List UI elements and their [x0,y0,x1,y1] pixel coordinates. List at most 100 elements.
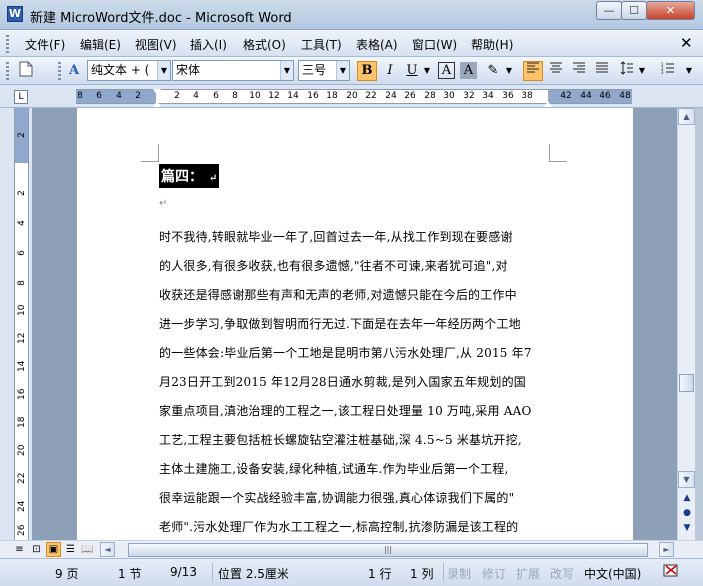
align-left-icon[interactable] [523,61,543,81]
maximize-button[interactable]: ☐ [621,1,647,20]
ruler-number: 12 [268,91,280,101]
toolbar-grip-2[interactable] [58,62,61,80]
horizontal-scrollbar[interactable]: ◄ ||| ► [100,542,676,557]
align-center-icon[interactable] [546,61,566,81]
status-column: 1 列 [410,567,434,581]
chevron-down-icon[interactable]: ▼ [336,61,349,80]
highlight-icon[interactable]: ✎ [483,61,503,81]
previous-page-icon[interactable]: ▲ [680,492,694,504]
justify-icon[interactable] [592,61,612,81]
chevron-down-icon[interactable]: ▼ [157,61,170,80]
line-spacing-chevron-icon[interactable]: ▼ [636,61,648,81]
menu-file[interactable]: 文件(F) [25,36,65,53]
chevron-down-icon[interactable]: ▼ [280,61,293,80]
character-shading-button[interactable]: A [460,62,477,79]
vertical-ruler-bar[interactable]: 2 2 4 6 8 10 12 14 16 18 20 22 24 26 [14,108,29,540]
font-combo[interactable]: 宋体 ▼ [172,60,294,81]
formatting-toolbar: A 纯文本 + ( ▼ 宋体 ▼ 三号 ▼ B I U ▼ A A ✎ ▼ ▼ … [0,57,703,85]
status-section: 1 节 [118,567,142,581]
web-layout-view-icon[interactable]: ⊡ [29,542,44,557]
ruler-number: 26 [404,91,416,101]
menu-grip[interactable] [6,35,9,53]
new-document-icon[interactable] [16,61,36,81]
right-indent-marker[interactable] [544,101,552,107]
ruler-number: 4 [116,91,122,101]
scroll-right-icon[interactable]: ► [659,542,674,557]
menu-help[interactable]: 帮助(H) [471,36,513,53]
print-layout-view-icon[interactable]: ▣ [46,542,61,557]
font-value: 宋体 [176,63,201,77]
vruler-number: 18 [17,416,27,428]
font-size-combo[interactable]: 三号 ▼ [298,60,350,81]
text-line[interactable]: 主体土建施工,设备安装,绿化种植,试通车.作为毕业后第一个工程, [159,460,508,477]
spelling-status-icon[interactable] [662,562,680,580]
ruler-number: 46 [599,91,611,101]
underline-chevron-icon[interactable]: ▼ [421,61,433,81]
ruler-number: 20 [346,91,358,101]
vertical-scroll-thumb[interactable] [679,374,694,392]
status-overtype[interactable]: 改写 [550,565,574,582]
status-divider [212,563,213,581]
ruler-number: 30 [443,91,455,101]
status-track-changes[interactable]: 修订 [482,565,506,582]
text-line[interactable]: 月23日开工到2015 年12月28日通水剪裁,是列入国家五年规划的国 [159,373,526,390]
text-line[interactable]: 收获还是得感谢那些有声和无声的老师,对遗憾只能在今后的工作中 [159,286,517,303]
ruler-number: 2 [174,91,180,101]
crop-mark [549,144,567,162]
status-extend[interactable]: 扩展 [516,565,540,582]
next-page-icon[interactable]: ▼ [680,522,694,534]
vruler-number: 16 [17,388,27,400]
vertical-scrollbar[interactable]: ▲ ▼ ▲ ● ▼ [677,108,695,540]
menu-tools[interactable]: 工具(T) [301,36,342,53]
horizontal-scroll-thumb[interactable]: ||| [128,543,648,557]
select-browse-object-icon[interactable]: ● [680,507,694,519]
text-line[interactable]: 老师".污水处理厂作为水工工程之一,标高控制,抗渗防漏是该工程的 [159,518,518,535]
ruler-bar[interactable]: 8 6 4 2 2 4 6 8 10 12 14 16 18 20 22 24 … [76,89,632,107]
line-spacing-icon[interactable] [617,61,637,81]
outline-view-icon[interactable]: ☰ [63,542,78,557]
underline-button[interactable]: U [402,61,422,81]
first-line-indent-marker[interactable] [153,89,161,95]
menu-edit[interactable]: 编辑(E) [80,36,121,53]
text-line[interactable]: 很幸运能跟一个实战经验丰富,协调能力很强,真心体谅我们下属的" [159,489,514,506]
document-page[interactable]: 篇四： ↵ ↵ 时不我待,转眼就毕业一年了,回首过去一年,从找工作到现在要感谢 的… [77,108,633,540]
character-border-button[interactable]: A [438,62,455,79]
document-heading[interactable]: 篇四： ↵ [159,164,220,188]
tab-selector[interactable]: L [14,90,28,104]
text-line[interactable]: 时不我待,转眼就毕业一年了,回首过去一年,从找工作到现在要感谢 [159,228,513,245]
menu-format[interactable]: 格式(O) [243,36,286,53]
normal-view-icon[interactable]: ≡ [12,542,27,557]
status-language[interactable]: 中文(中国) [584,565,641,582]
text-line[interactable]: 家重点项目,滇池治理的工程之一,该工程日处理量 10 万吨,采用 AAO [159,402,532,419]
word-app-icon[interactable]: W [7,6,23,22]
close-button[interactable]: ✕ [646,1,695,20]
style-combo[interactable]: 纯文本 + ( ▼ [87,60,171,81]
text-line[interactable]: 进一步学习,争取做到智明而行无过.下面是在去年一年经历两个工地 [159,315,521,332]
menu-view[interactable]: 视图(V) [135,36,177,53]
reading-layout-view-icon[interactable]: 📖 [80,542,95,557]
styles-and-formatting-icon[interactable]: A [64,61,84,81]
scroll-left-icon[interactable]: ◄ [100,542,115,557]
document-close-icon[interactable]: ✕ [680,34,693,52]
scroll-up-icon[interactable]: ▲ [678,108,695,125]
toolbar-grip[interactable] [6,62,9,80]
text-line[interactable]: 的人很多,有很多收获,也有很多遗憾,"往者不可谏,来者犹可追",对 [159,257,508,274]
menu-insert[interactable]: 插入(I) [190,36,227,53]
minimize-button[interactable]: — [596,1,622,20]
numbering-icon[interactable]: 123 [658,61,678,81]
toolbar-options-chevron-icon[interactable]: ▼ [682,61,696,81]
heading-text: 篇四： [161,169,203,185]
menu-bar: 文件(F) 编辑(E) 视图(V) 插入(I) 格式(O) 工具(T) 表格(A… [0,30,703,57]
menu-window[interactable]: 窗口(W) [412,36,457,53]
text-line[interactable]: 工艺,工程主要包括桩长螺旋钻空灌注桩基础,深 4.5~5 米基坑开挖, [159,431,522,448]
bold-button[interactable]: B [357,61,377,81]
ruler-number: 28 [424,91,436,101]
status-record[interactable]: 录制 [447,565,471,582]
scroll-down-icon[interactable]: ▼ [678,471,695,488]
menu-table[interactable]: 表格(A) [356,36,398,53]
text-line[interactable]: 的一些体会:毕业后第一个工地是昆明市第八污水处理厂,从 2015 年7 [159,344,532,361]
italic-button[interactable]: I [380,61,400,81]
highlight-chevron-icon[interactable]: ▼ [503,61,515,81]
hanging-indent-marker[interactable] [153,101,161,107]
align-right-icon[interactable] [569,61,589,81]
